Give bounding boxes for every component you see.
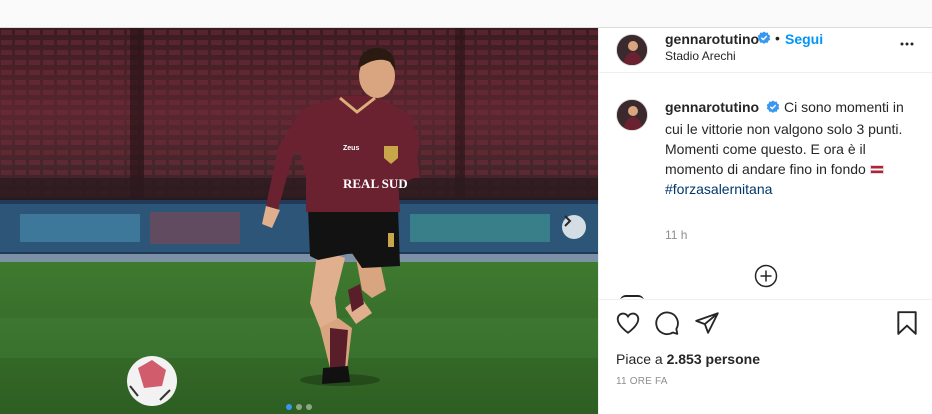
hashtag-link[interactable]: #forzasalernitana [665, 181, 772, 197]
verified-badge-icon [766, 99, 780, 119]
instagram-post: REAL SUD Zeus gennarotutino • Segui Stad… [0, 27, 932, 414]
load-more-comments-button[interactable] [754, 264, 778, 291]
profile-picture [617, 35, 647, 65]
carousel-dot [286, 404, 292, 410]
post-photo[interactable]: REAL SUD Zeus [0, 28, 598, 414]
latvia-flag-icon [869, 165, 884, 174]
username-link[interactable]: gennarotutino [665, 31, 759, 47]
shirt-brand-text: Zeus [343, 145, 359, 152]
post-header: gennarotutino • Segui Stadio Arechi [599, 28, 932, 73]
chevron-right-icon [564, 215, 572, 227]
action-bar [615, 310, 919, 340]
follow-button[interactable]: Segui [785, 31, 823, 47]
save-button[interactable] [895, 310, 919, 339]
plus-circle-icon [754, 264, 778, 288]
likes-count[interactable]: 2.853 persone [667, 351, 760, 367]
verified-badge-icon [757, 31, 771, 48]
shirt-sponsor-text: REAL SUD [343, 176, 408, 191]
football-player-photo: REAL SUD Zeus [0, 28, 598, 414]
carousel-dot [306, 404, 312, 410]
carousel-next-button[interactable] [562, 215, 586, 239]
heart-icon [616, 312, 640, 334]
carousel-dot [296, 404, 302, 410]
share-button[interactable] [694, 310, 720, 339]
post-side-panel: gennarotutino • Segui Stadio Arechi genn… [598, 28, 932, 414]
comment-icon [655, 311, 679, 336]
caption-avatar[interactable] [616, 99, 648, 131]
profile-picture [617, 100, 647, 130]
separator-dot: • [775, 30, 780, 46]
post-caption: gennarotutino Ci sono momenti in cui le … [599, 73, 932, 299]
caption-username-link[interactable]: gennarotutino [665, 99, 759, 115]
comment-button[interactable] [654, 310, 680, 339]
post-timestamp[interactable]: 11 ORE FA [616, 376, 668, 387]
caption-time: 11 h [665, 228, 688, 242]
bookmark-icon [897, 311, 917, 335]
like-button[interactable] [615, 310, 641, 339]
carousel-indicator [286, 404, 312, 410]
caption-text: gennarotutino Ci sono momenti in cui le … [665, 97, 915, 199]
more-options-button[interactable] [899, 36, 915, 55]
likes-summary[interactable]: Piace a 2.853 persone [616, 351, 760, 367]
more-horizontal-icon [900, 42, 914, 46]
post-actions-area: Piace a 2.853 persone 11 ORE FA [599, 299, 932, 414]
likes-prefix: Piace a [616, 351, 663, 367]
avatar[interactable] [616, 34, 648, 66]
send-icon [695, 312, 719, 334]
location-link[interactable]: Stadio Arechi [665, 49, 736, 63]
